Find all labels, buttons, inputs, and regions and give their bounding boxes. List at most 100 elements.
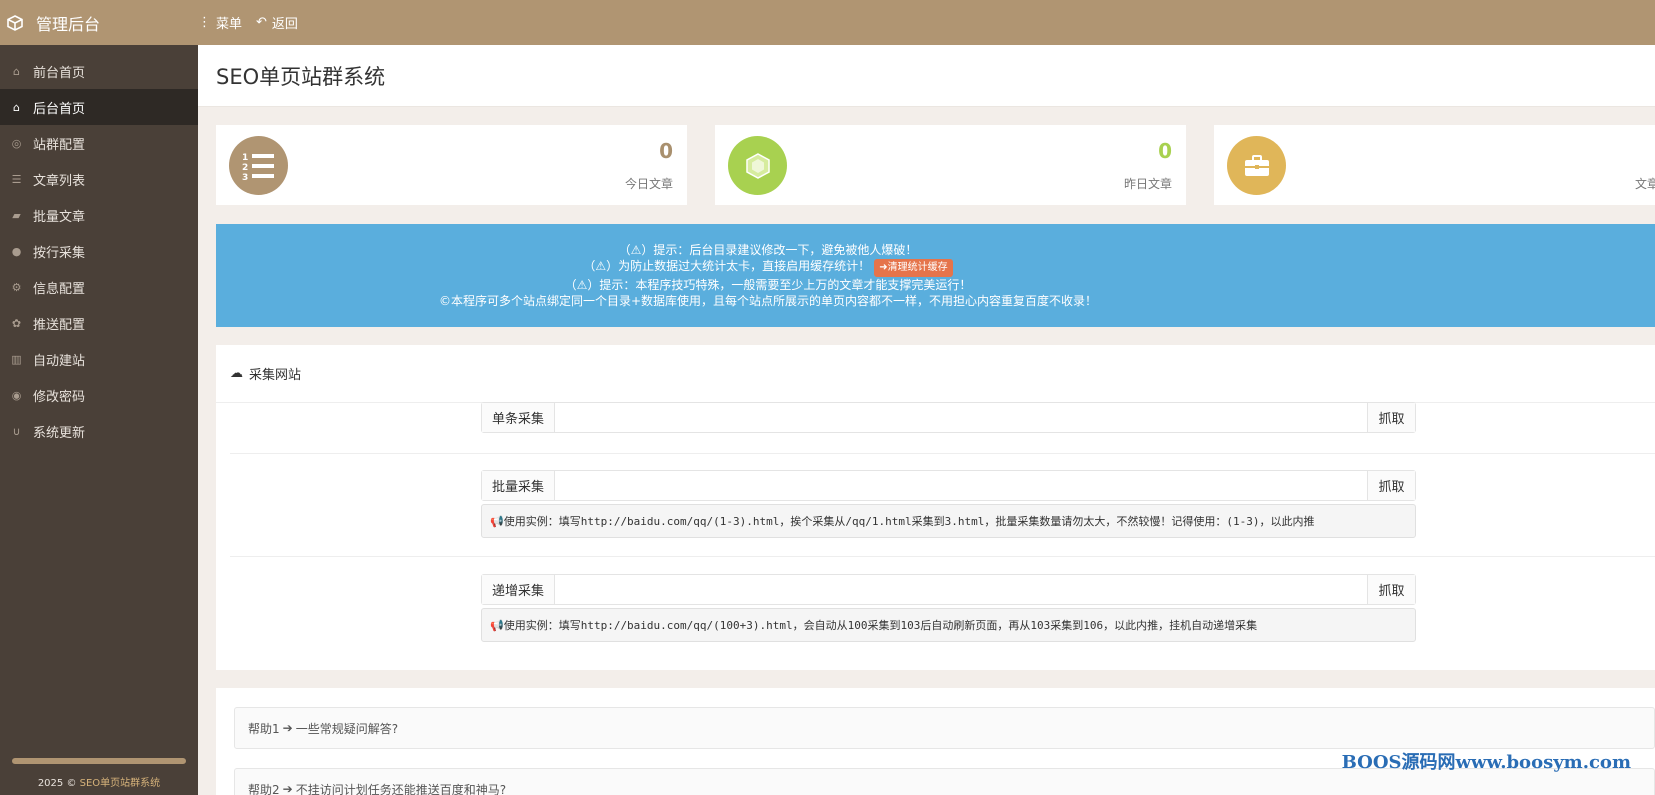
stat-card-articles: 文章素 — [1214, 125, 1655, 205]
sidebar-item-auto-build[interactable]: ▥ 自动建站 — [0, 341, 198, 377]
stat-label: 文章素 — [1634, 177, 1655, 191]
menu-button[interactable]: ⋮ 菜单 — [198, 13, 242, 32]
back-label: 返回 — [271, 17, 298, 32]
notice-line-text: （⚠）为防止数据过大统计太卡，直接启用缓存统计！ — [583, 259, 871, 273]
app-title: 管理后台 — [36, 14, 101, 34]
stat-label: 今日文章 — [624, 177, 673, 191]
sidebar-item-label: 文章列表 — [33, 173, 86, 189]
sidebar-footer: 2025 © SEO单页站群系统 — [0, 758, 198, 795]
paw-icon: ✿ — [11, 316, 22, 330]
menu-label: 菜单 — [216, 17, 243, 32]
sidebar-item-info-config[interactable]: ⚙ 信息配置 — [0, 269, 198, 305]
arrow-circle-right-icon: ➔ — [282, 782, 293, 795]
increment-collect-label: 递增采集 — [482, 575, 555, 604]
notice-line: （⚠）提示：本程序技巧特殊，一般需要至少上万的文章才能支撑完美运行！ — [564, 278, 972, 292]
single-collect-input[interactable] — [555, 403, 1367, 432]
notice-line: ©本程序可多个站点绑定同一个目录+数据库使用，且每个站点所展示的单页内容都不一样… — [438, 294, 1098, 308]
single-collect-row: 单条采集 抓取 — [481, 402, 1416, 433]
cloud-icon: ☁ — [230, 366, 243, 381]
batch-collect-fetch-button[interactable]: 抓取 — [1367, 471, 1415, 500]
main-content: SEO单页站群系统 123 0 今日文章 0 昨日文章 文章素 （⚠）提示：后台… — [198, 45, 1655, 795]
sidebar-item-label: 站群配置 — [33, 137, 86, 153]
increment-collect-row: 递增采集 抓取 📢 使用实例：填写http://baidu.com/qq/(10… — [481, 574, 1416, 642]
svg-text:1: 1 — [242, 153, 248, 163]
page-title: SEO单页站群系统 — [198, 45, 1655, 107]
sidebar-item-article-list[interactable]: ☰ 文章列表 — [0, 161, 198, 197]
sidebar-item-label: 修改密码 — [33, 389, 86, 405]
sidebar-item-front-home[interactable]: ⌂ 前台首页 — [0, 53, 198, 89]
batch-collect-input[interactable] — [555, 471, 1367, 500]
brand[interactable]: 管理后台 — [0, 11, 198, 35]
increment-collect-input[interactable] — [555, 575, 1367, 604]
sidebar-item-label: 信息配置 — [33, 281, 86, 297]
magnet-icon: ∪ — [12, 424, 21, 438]
user-circle-icon: ◉ — [11, 388, 22, 402]
stats-row: 123 0 今日文章 0 昨日文章 文章素 — [216, 125, 1655, 205]
stat-card-yesterday: 0 昨日文章 — [715, 125, 1186, 205]
sidebar-item-label: 前台首页 — [33, 65, 86, 81]
copyright-link[interactable]: SEO单页站群系统 — [80, 778, 161, 789]
increment-collect-group: 递增采集 抓取 — [481, 574, 1416, 605]
divider — [230, 556, 1655, 557]
increment-collect-hint: 📢 使用实例：填写http://baidu.com/qq/(100+3).htm… — [481, 608, 1416, 642]
sidebar-item-admin-home[interactable]: ⌂ 后台首页 — [0, 89, 198, 125]
circle-icon: ● — [11, 244, 22, 258]
top-bar: 管理后台 ⋮ 菜单 ↶ 返回 — [0, 0, 1655, 45]
notice-line: （⚠）为防止数据过大统计太卡，直接启用缓存统计！ ➜清理统计缓存 — [216, 258, 1320, 277]
ordered-list-icon: 123 — [229, 136, 288, 195]
single-collect-label: 单条采集 — [482, 403, 555, 432]
batch-collect-label: 批量采集 — [482, 471, 555, 500]
home-icon: ⌂ — [13, 100, 20, 114]
help-prefix: 帮助1 — [248, 721, 280, 736]
sidebar-item-label: 批量文章 — [33, 209, 86, 225]
copyright-year: 2025 © — [37, 778, 77, 789]
clear-cache-button[interactable]: ➜清理统计缓存 — [874, 259, 953, 277]
help-prefix: 帮助2 — [248, 782, 280, 795]
sidebar-item-push-config[interactable]: ✿ 推送配置 — [0, 305, 198, 341]
gear-icon: ⚙ — [11, 280, 22, 294]
bank-icon: ▥ — [11, 352, 22, 366]
cube-logo-icon — [6, 14, 24, 32]
increment-collect-fetch-button[interactable]: 抓取 — [1367, 575, 1415, 604]
stat-value: 0 — [1158, 139, 1172, 163]
sidebar-scrollbar[interactable] — [12, 758, 186, 764]
sidebar-item-line-collect[interactable]: ● 按行采集 — [0, 233, 198, 269]
stat-label: 昨日文章 — [1123, 177, 1172, 191]
back-button[interactable]: ↶ 返回 — [256, 13, 298, 32]
collect-panel: ☁ 采集网站 单条采集 抓取 批量采集 抓取 📢 使用实例：填写http://b… — [216, 345, 1655, 670]
list-icon: ☰ — [11, 172, 22, 186]
home-icon: ⌂ — [13, 64, 20, 78]
sidebar-item-batch-article[interactable]: ▰ 批量文章 — [0, 197, 198, 233]
sidebar-item-system-update[interactable]: ∪ 系统更新 — [0, 413, 198, 449]
sidebar-item-site-config[interactable]: ◎ 站群配置 — [0, 125, 198, 161]
hint-text: 使用实例：填写http://baidu.com/qq/(1-3).html，挨个… — [503, 515, 1315, 528]
vertical-dots-icon: ⋮ — [198, 15, 211, 30]
help-item-1[interactable]: 帮助1 ➔ 一些常规疑问解答? — [234, 707, 1655, 749]
single-collect-fetch-button[interactable]: 抓取 — [1367, 403, 1415, 432]
panel-title: ☁ 采集网站 — [216, 345, 1655, 403]
notice-banner: （⚠）提示：后台目录建议修改一下，避免被他人爆破！ （⚠）为防止数据过大统计太卡… — [216, 224, 1655, 327]
sidebar: ⌂ 前台首页 ⌂ 后台首页 ◎ 站群配置 ☰ 文章列表 ▰ 批量文章 ● 按行采… — [0, 45, 198, 795]
svg-text:2: 2 — [242, 163, 248, 173]
dribbble-icon: ◎ — [11, 136, 22, 150]
help-text: 一些常规疑问解答? — [295, 721, 399, 736]
sidebar-item-label: 推送配置 — [33, 317, 86, 333]
sidebar-item-change-password[interactable]: ◉ 修改密码 — [0, 377, 198, 413]
sidebar-item-label: 自动建站 — [33, 353, 86, 369]
sidebar-item-label: 后台首页 — [33, 101, 86, 117]
panel-title-text: 采集网站 — [249, 368, 302, 383]
notice-line: （⚠）提示：后台目录建议修改一下，避免被他人爆破！ — [618, 243, 918, 257]
sidebar-item-label: 按行采集 — [33, 245, 86, 261]
briefcase-icon — [1227, 136, 1286, 195]
divider — [230, 453, 1655, 454]
arrow-circle-right-icon: ➔ — [282, 721, 293, 735]
bullhorn-icon: 📢 — [490, 618, 504, 632]
stat-card-today: 123 0 今日文章 — [216, 125, 687, 205]
batch-collect-hint: 📢 使用实例：填写http://baidu.com/qq/(1-3).html，… — [481, 504, 1416, 538]
sidebar-item-label: 系统更新 — [33, 425, 86, 441]
copyright: 2025 © SEO单页站群系统 — [0, 774, 198, 795]
reply-arrow-icon: ↶ — [256, 15, 267, 30]
stat-value: 0 — [659, 139, 673, 163]
cube-icon — [728, 136, 787, 195]
hint-text: 使用实例：填写http://baidu.com/qq/(100+3).html，… — [503, 619, 1258, 632]
